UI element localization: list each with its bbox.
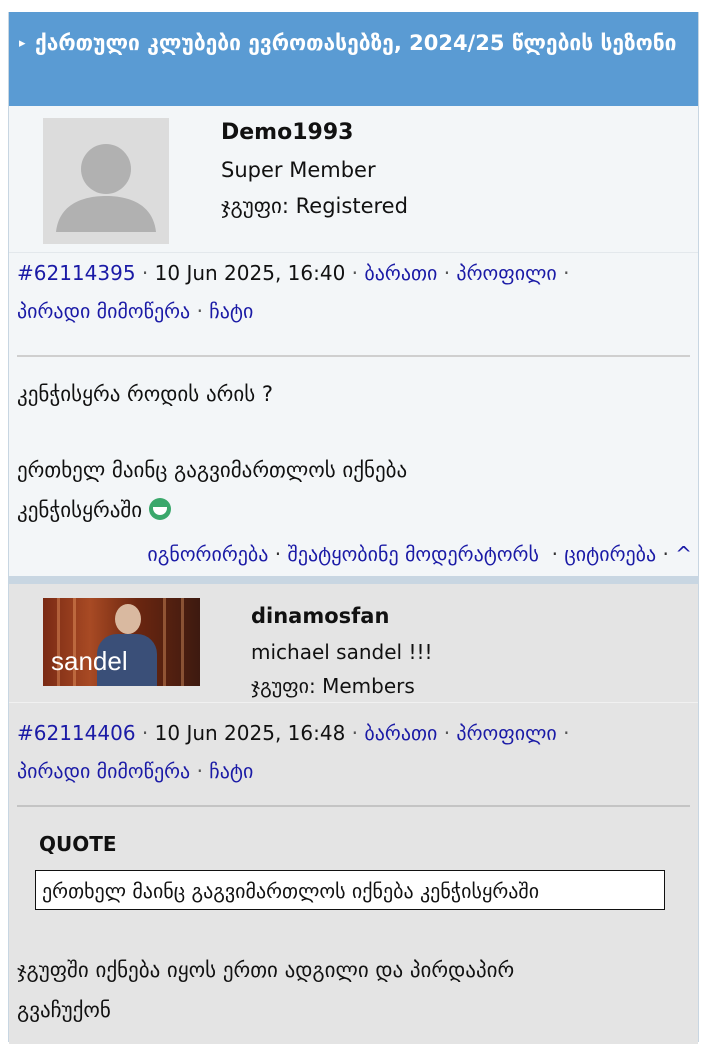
card-link[interactable]: ბარათი <box>364 721 437 745</box>
grin-emoji-icon <box>148 498 171 520</box>
topic-header: ▸ ქართული კლუბები ევროთასებზე, 2024/25 წ… <box>9 12 698 106</box>
chat-link[interactable]: ჩატი <box>209 299 253 323</box>
private-message-link[interactable]: პირადი მიმოწერა <box>17 759 190 783</box>
post-actions: იგნორირება · შეატყობინე მოდერატორს · ციტ… <box>9 534 698 574</box>
card-link[interactable]: ბარათი <box>364 261 437 285</box>
member-group: ჯგუფი: Members <box>251 674 415 698</box>
member-title: Super Member <box>221 158 376 182</box>
report-button[interactable]: შეატყობინე მოდერატორს <box>287 542 538 566</box>
post-author-panel: sandel dinamosfan michael sandel !!! ჯგუ… <box>9 584 698 703</box>
post-meta: #62114406 · 10 Jun 2025, 16:48 · ბარათი … <box>17 714 692 790</box>
member-group: ჯგუფი: Registered <box>221 194 408 218</box>
default-avatar[interactable] <box>43 118 169 244</box>
separator: · <box>662 542 676 566</box>
separator: · <box>545 542 565 566</box>
quote-button[interactable]: ციტირება <box>564 542 656 566</box>
separator: · <box>443 261 457 285</box>
quote-box: ერთხელ მაინც გაგვიმართლოს იქნება კენჭისყ… <box>35 870 665 910</box>
separator: · <box>196 299 210 323</box>
post-id-link[interactable]: #62114406 <box>17 721 136 745</box>
scroll-top-button[interactable]: ^ <box>675 542 692 566</box>
post-meta: #62114395 · 10 Jun 2025, 16:40 · ბარათი … <box>17 254 692 330</box>
post-body-line: ერთხელ მაინც გაგვიმართლოს იქნება <box>17 458 408 482</box>
post-body-line: გვაჩუქონ <box>17 998 111 1022</box>
separator: · <box>141 721 155 745</box>
post-body: კენჭისყრა როდის არის ? ერთხელ მაინც გაგვ… <box>17 374 687 530</box>
separator: · <box>351 721 365 745</box>
divider <box>17 355 690 357</box>
profile-link[interactable]: პროფილი <box>456 261 556 285</box>
profile-link[interactable]: პროფილი <box>456 721 556 745</box>
member-title: michael sandel !!! <box>251 640 433 664</box>
avatar-caption: sandel <box>51 646 128 676</box>
separator: · <box>274 542 288 566</box>
separator: · <box>563 261 570 285</box>
user-silhouette-icon <box>43 118 169 244</box>
ignore-button[interactable]: იგნორირება <box>147 542 268 566</box>
post-body-line: კენჭისყრა როდის არის ? <box>17 382 273 406</box>
separator: · <box>196 759 210 783</box>
post-body: ჯგუფში იქნება იყოს ერთი ადგილი და პირდაპ… <box>17 950 687 1030</box>
separator: · <box>141 261 155 285</box>
separator: · <box>563 721 570 745</box>
username[interactable]: dinamosfan <box>251 604 389 628</box>
topic-title: ქართული კლუბები ევროთასებზე, 2024/25 წლე… <box>35 31 677 55</box>
private-message-link[interactable]: პირადი მიმოწერა <box>17 299 190 323</box>
user-avatar-photo[interactable]: sandel <box>43 598 200 686</box>
username[interactable]: Demo1993 <box>221 120 353 145</box>
separator: · <box>351 261 365 285</box>
forum-topic: ▸ ქართული კლუბები ევროთასებზე, 2024/25 წ… <box>8 12 699 1044</box>
divider <box>17 805 690 807</box>
quote-label: QUOTE <box>39 832 117 856</box>
post-id-link[interactable]: #62114395 <box>17 261 136 285</box>
post-body-line: კენჭისყრაში <box>17 498 143 522</box>
separator: · <box>443 721 457 745</box>
post: Demo1993 Super Member ჯგუფი: Registered … <box>9 106 698 576</box>
chat-link[interactable]: ჩატი <box>209 759 253 783</box>
post: sandel dinamosfan michael sandel !!! ჯგუ… <box>9 584 698 1044</box>
post-body-line: ჯგუფში იქნება იყოს ერთი ადგილი და პირდაპ… <box>17 958 515 982</box>
post-separator <box>9 576 698 584</box>
post-author-panel: Demo1993 Super Member ჯგუფი: Registered <box>9 106 698 253</box>
post-date: 10 Jun 2025, 16:40 <box>154 261 346 285</box>
post-date: 10 Jun 2025, 16:48 <box>154 721 346 745</box>
